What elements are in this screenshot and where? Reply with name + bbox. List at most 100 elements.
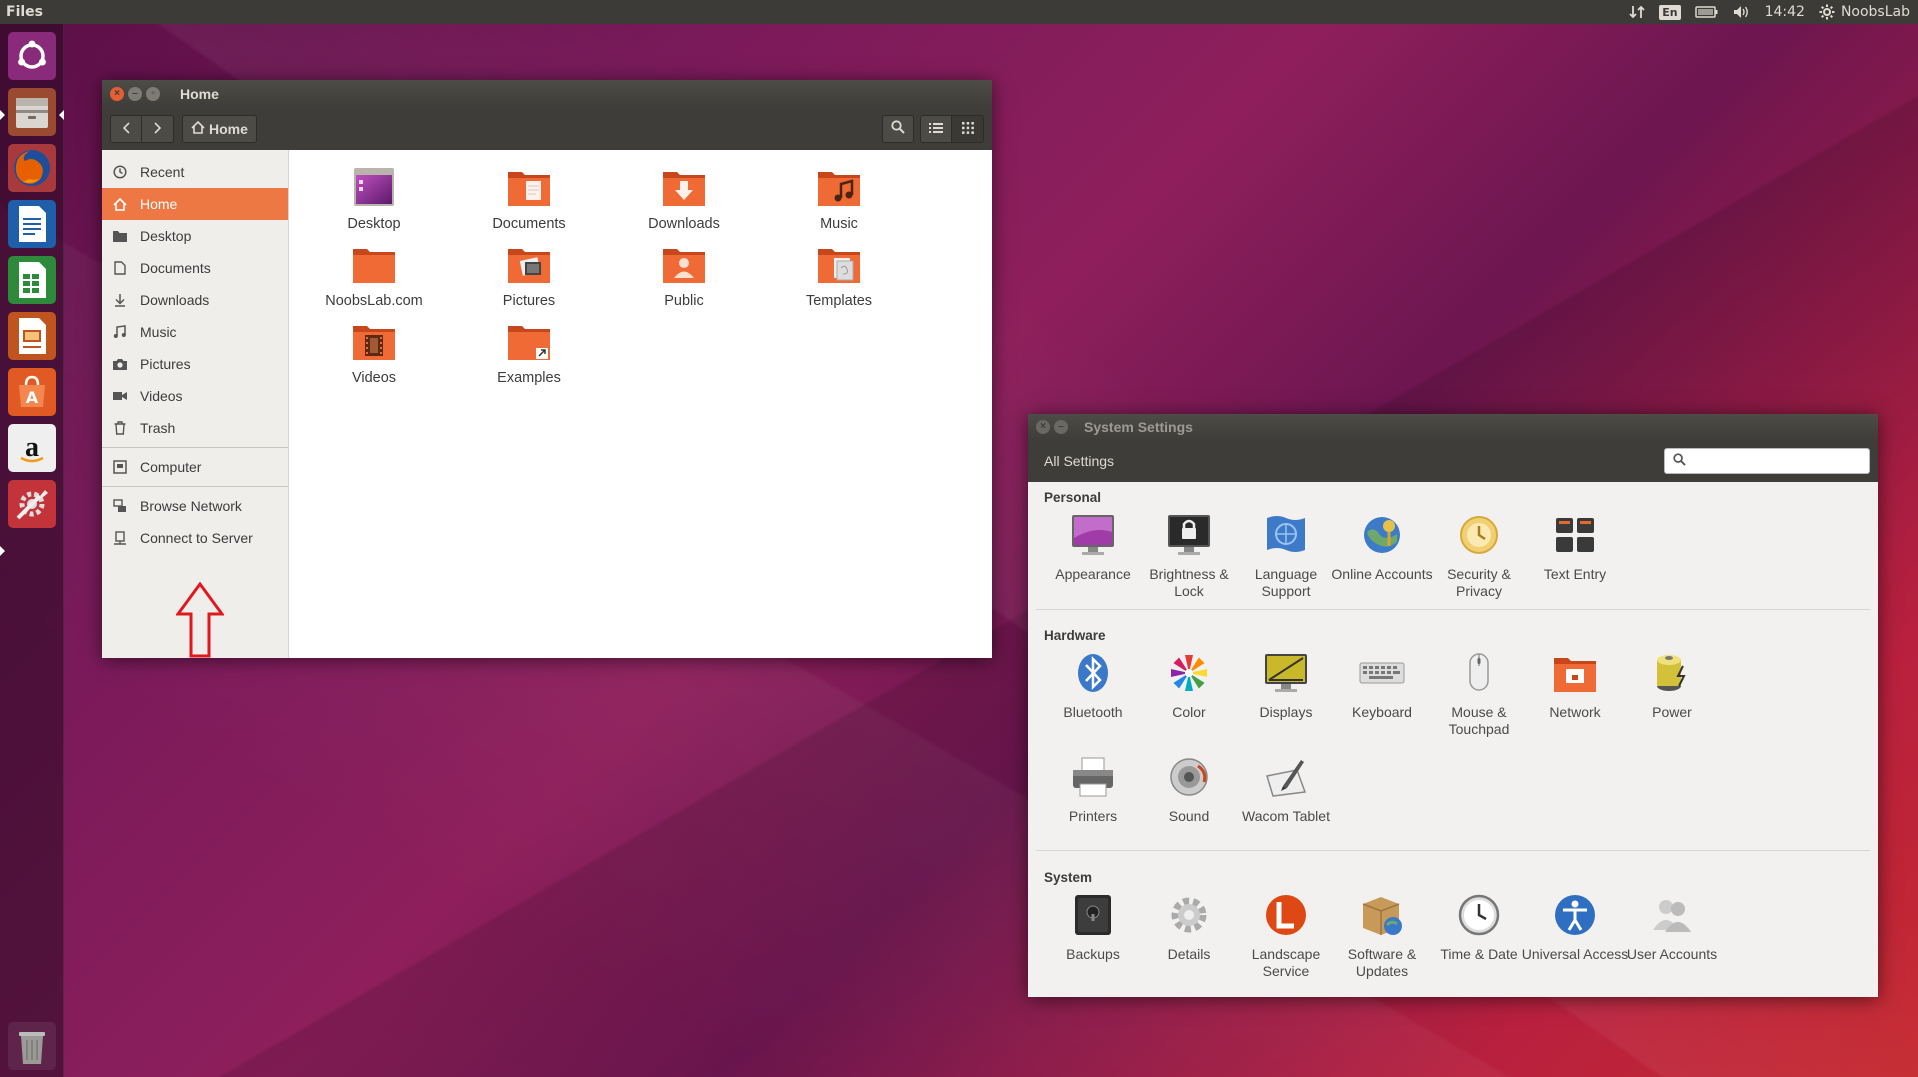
close-button[interactable]: × xyxy=(1036,420,1050,434)
sidebar-item-label: Music xyxy=(140,324,177,340)
sidebar-item-label: Pictures xyxy=(140,356,191,372)
forward-button[interactable] xyxy=(142,115,174,143)
close-button[interactable]: × xyxy=(110,87,124,101)
trash-icon[interactable] xyxy=(6,1020,58,1072)
file-label: Downloads xyxy=(648,216,720,232)
impress-icon[interactable] xyxy=(6,310,58,362)
sidebar-item-music[interactable]: Music xyxy=(102,316,288,348)
setting-color[interactable]: Color xyxy=(1134,650,1244,721)
file-item-downloads[interactable]: Downloads xyxy=(624,164,744,232)
setting-wacom-tablet[interactable]: Wacom Tablet xyxy=(1231,754,1341,825)
setting-sound[interactable]: Sound xyxy=(1134,754,1244,825)
sidebar-item-browse-network[interactable]: Browse Network xyxy=(102,490,288,522)
grid-icon xyxy=(961,121,974,138)
active-app-name: Files xyxy=(6,4,43,20)
files-icon[interactable] xyxy=(6,86,58,138)
setting-backups[interactable]: Backups xyxy=(1038,892,1148,963)
battery-power-icon xyxy=(1657,655,1686,691)
download-icon xyxy=(112,292,128,308)
file-item-desktop[interactable]: Desktop xyxy=(314,164,434,232)
list-view-button[interactable] xyxy=(920,115,952,143)
ubuntu-dash-icon[interactable] xyxy=(6,30,58,82)
back-button[interactable] xyxy=(110,115,142,143)
setting-label: Online Accounts xyxy=(1331,566,1433,582)
sidebar-item-recent[interactable]: Recent xyxy=(102,156,288,188)
setting-software-updates[interactable]: Software & Updates xyxy=(1327,892,1437,980)
minimize-button[interactable]: – xyxy=(128,87,142,101)
sidebar-item-downloads[interactable]: Downloads xyxy=(102,284,288,316)
network-icon xyxy=(1554,658,1596,692)
setting-user-accounts[interactable]: User Accounts xyxy=(1617,892,1727,963)
sidebar-item-computer[interactable]: Computer xyxy=(102,451,288,483)
setting-time-date[interactable]: Time & Date xyxy=(1424,892,1534,963)
clock[interactable]: 14:42 xyxy=(1765,4,1805,20)
firefox-icon[interactable] xyxy=(6,142,58,194)
writer-icon[interactable] xyxy=(6,198,58,250)
grid-view-button[interactable] xyxy=(952,115,984,143)
file-item-videos[interactable]: Videos xyxy=(314,318,434,386)
file-label: Desktop xyxy=(347,216,401,232)
sidebar-item-trash[interactable]: Trash xyxy=(102,412,288,444)
maximize-button[interactable]: ▫ xyxy=(146,87,160,101)
setting-security-privacy[interactable]: Security & Privacy xyxy=(1424,512,1534,600)
minimize-button[interactable]: – xyxy=(1054,420,1068,434)
settings-search-input[interactable] xyxy=(1692,453,1869,469)
file-item-music[interactable]: Music xyxy=(779,164,899,232)
setting-keyboard[interactable]: Keyboard xyxy=(1327,650,1437,721)
setting-network[interactable]: Network xyxy=(1520,650,1630,721)
clock-icon xyxy=(112,164,128,180)
setting-mouse-touchpad[interactable]: Mouse & Touchpad xyxy=(1424,650,1534,738)
settings-search-field[interactable] xyxy=(1664,448,1870,474)
volume-icon[interactable] xyxy=(1733,5,1751,19)
bluetooth-icon xyxy=(1078,654,1108,692)
network-transfer-icon[interactable] xyxy=(1629,4,1645,20)
setting-language-support[interactable]: Language Support xyxy=(1231,512,1341,600)
setting-universal-access[interactable]: Universal Access xyxy=(1520,892,1630,963)
sidebar-item-desktop[interactable]: Desktop xyxy=(102,220,288,252)
setting-online-accounts[interactable]: Online Accounts xyxy=(1327,512,1437,583)
path-bar-home[interactable]: Home xyxy=(182,115,257,143)
calc-icon[interactable] xyxy=(6,254,58,306)
sidebar-item-home[interactable]: Home xyxy=(102,188,288,220)
file-item-examples[interactable]: Examples xyxy=(469,318,589,386)
setting-label: Printers xyxy=(1068,808,1118,824)
annotation-up-arrow xyxy=(175,581,288,661)
file-item-templates[interactable]: Templates xyxy=(779,241,899,309)
all-settings-button[interactable]: All Settings xyxy=(1044,453,1114,469)
setting-label: Time & Date xyxy=(1440,946,1518,962)
keyboard-layout-indicator[interactable]: En xyxy=(1659,4,1681,20)
setting-printers[interactable]: Printers xyxy=(1038,754,1148,825)
sidebar-item-pictures[interactable]: Pictures xyxy=(102,348,288,380)
setting-label: Software & Updates xyxy=(1347,946,1417,979)
section-divider xyxy=(1036,609,1870,610)
software-center-icon[interactable]: A xyxy=(6,366,58,418)
sidebar-item-label: Trash xyxy=(140,420,176,436)
setting-label: Security & Privacy xyxy=(1447,566,1511,599)
sidebar-item-connect-to-server[interactable]: Connect to Server xyxy=(102,522,288,554)
search-button[interactable] xyxy=(882,115,914,143)
setting-appearance[interactable]: Appearance xyxy=(1038,512,1148,583)
setting-details[interactable]: Details xyxy=(1134,892,1244,963)
setting-power[interactable]: Power xyxy=(1617,650,1727,721)
file-item-documents[interactable]: Documents xyxy=(469,164,589,232)
file-item-pictures[interactable]: Pictures xyxy=(469,241,589,309)
file-item-noobslab[interactable]: NoobsLab.com xyxy=(314,241,434,309)
system-settings-icon[interactable] xyxy=(6,478,58,530)
setting-label: Network xyxy=(1549,704,1601,720)
speaker-icon xyxy=(1170,758,1208,796)
amazon-icon[interactable]: a xyxy=(6,422,58,474)
setting-displays[interactable]: Displays xyxy=(1231,650,1341,721)
setting-landscape-service[interactable]: Landscape Service xyxy=(1231,892,1341,980)
setting-bluetooth[interactable]: Bluetooth xyxy=(1038,650,1148,721)
setting-label: Sound xyxy=(1168,808,1210,824)
battery-icon[interactable] xyxy=(1694,5,1719,19)
sidebar-item-videos[interactable]: Videos xyxy=(102,380,288,412)
public-folder-icon xyxy=(663,249,705,283)
setting-brightness-lock[interactable]: Brightness & Lock xyxy=(1134,512,1244,600)
session-menu[interactable]: NoobsLab xyxy=(1819,4,1910,20)
file-item-public[interactable]: Public xyxy=(624,241,744,309)
sidebar-item-documents[interactable]: Documents xyxy=(102,252,288,284)
examples-link-folder-icon xyxy=(508,326,550,360)
settings-grid: Personal Appearance Brightness & Lock La… xyxy=(1028,482,1878,997)
setting-text-entry[interactable]: Text Entry xyxy=(1520,512,1630,583)
